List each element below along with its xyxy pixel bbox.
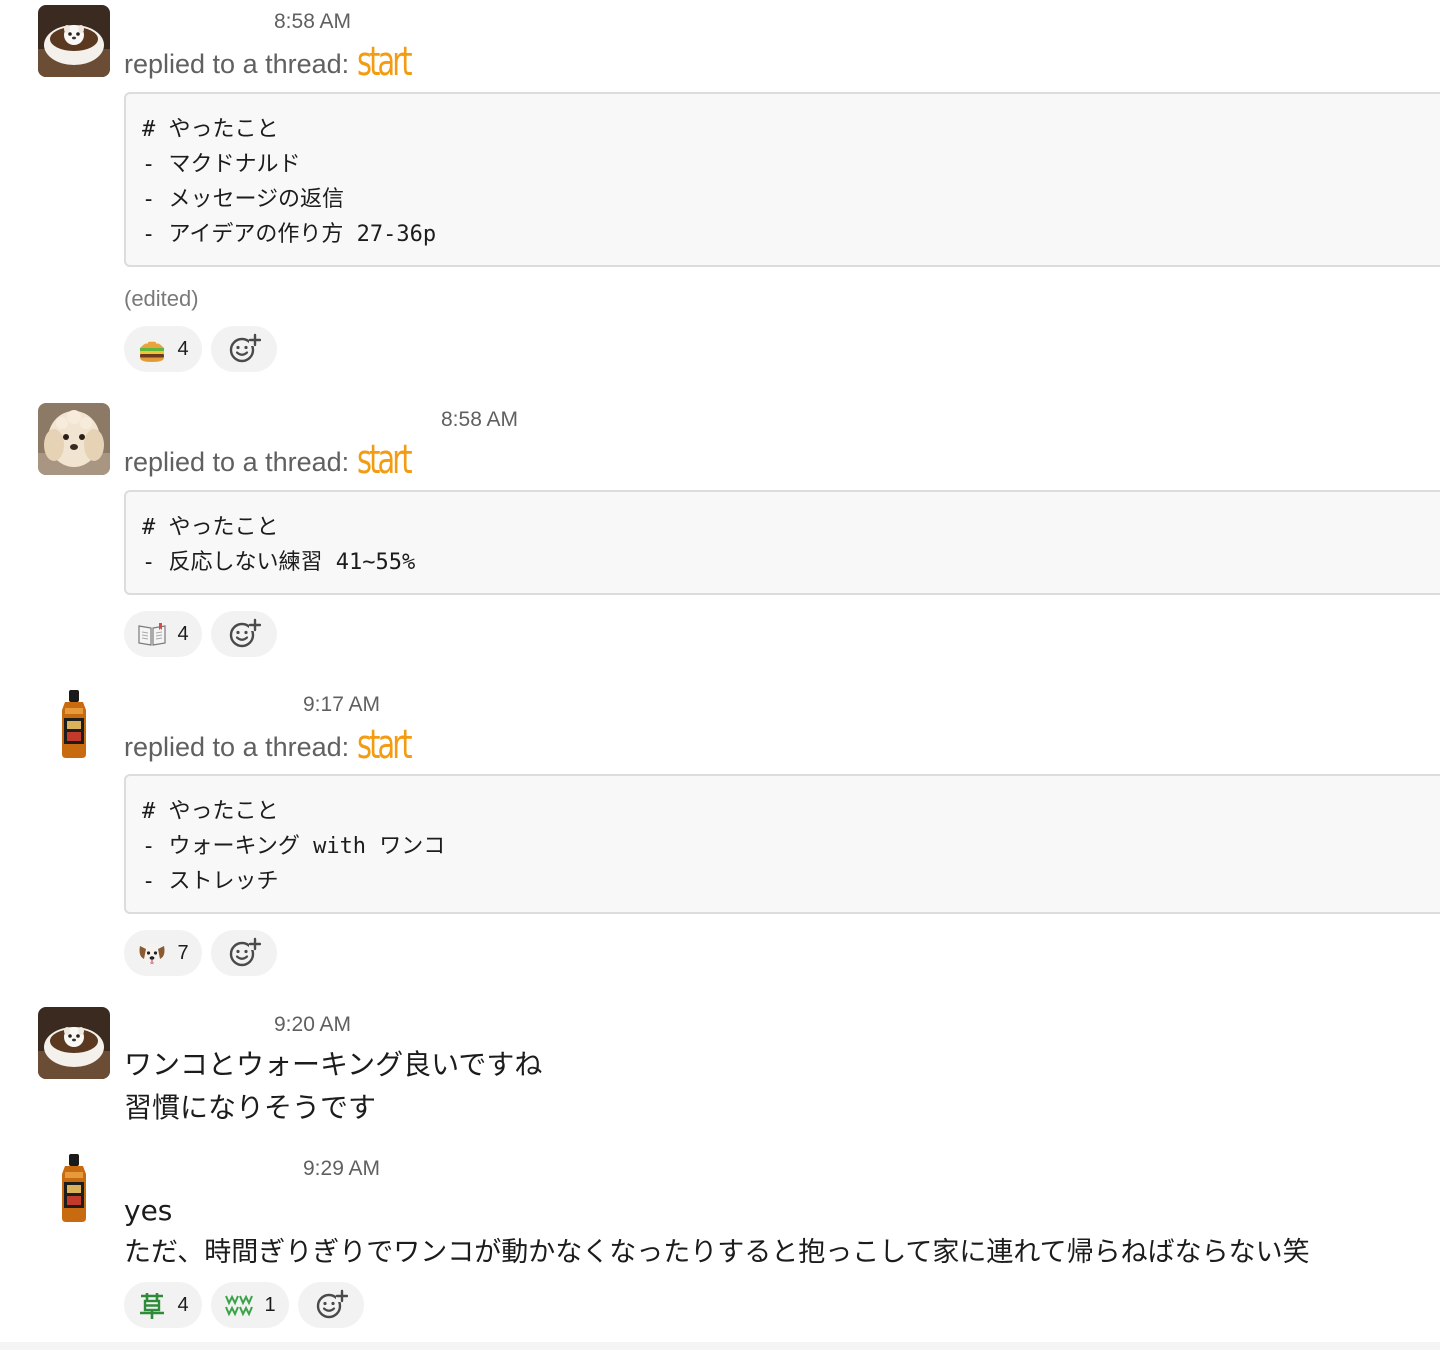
edited-label: (edited)	[124, 286, 199, 311]
message-line: ただ、時間ぎりぎりでワンコが動かなくなったりすると抱っこして家に連れて帰らねばな…	[124, 1237, 1310, 1268]
open-book-icon	[137, 619, 167, 649]
timestamp[interactable]: 8:58 AM	[274, 10, 351, 34]
message-line: 習慣になりそうです	[124, 1091, 377, 1124]
thread-link[interactable]: start	[357, 40, 413, 84]
add-reaction-button[interactable]	[211, 326, 277, 372]
message-line: yes	[124, 1194, 173, 1227]
add-reaction-icon	[229, 618, 261, 648]
code-line: - メッセージの返信	[142, 187, 345, 212]
code-line: - ウォーキング with ワンコ	[142, 834, 446, 859]
avatar[interactable]	[38, 688, 110, 760]
reaction-open-book[interactable]: 4	[124, 611, 202, 657]
code-block: # やったこと - 反応しない練習 41~55%	[124, 490, 1440, 595]
code-line: - マクドナルド	[142, 152, 301, 177]
code-line: - ストレッチ	[142, 869, 279, 894]
thread-reply-prefix: replied to a thread:	[124, 732, 350, 762]
add-reaction-icon	[229, 937, 261, 967]
timestamp[interactable]: 9:29 AM	[303, 1157, 380, 1181]
wwww-icon	[224, 1290, 254, 1320]
avatar-whisky-bottle-image	[38, 1152, 110, 1224]
kusa-grass-icon	[137, 1290, 167, 1320]
reaction-hamburger[interactable]: 4	[124, 326, 202, 372]
add-reaction-icon	[229, 333, 261, 363]
code-line: # やったこと	[142, 117, 279, 142]
thread-reply-line: replied to a thread: start	[124, 438, 430, 484]
code-block: # やったこと - マクドナルド - メッセージの返信 - アイデアの作り方 2…	[124, 92, 1440, 267]
avatar-coffee-dog-image	[38, 5, 110, 77]
avatar[interactable]	[38, 1152, 110, 1224]
reaction-count: 4	[177, 1293, 189, 1316]
reaction-count: 4	[177, 337, 189, 360]
reaction-dog-face[interactable]: 7	[124, 930, 202, 976]
reaction-count: 7	[177, 941, 189, 964]
reaction-wwww[interactable]: 1	[211, 1282, 289, 1328]
thread-reply-line: replied to a thread: start	[124, 723, 430, 769]
dog-face-icon	[137, 938, 167, 968]
thread-reply-prefix: replied to a thread:	[124, 49, 350, 79]
avatar-whisky-bottle-image	[38, 688, 110, 760]
reactions-bar: 4	[124, 611, 277, 657]
timestamp[interactable]: 9:17 AM	[303, 693, 380, 717]
timestamp[interactable]: 8:58 AM	[441, 408, 518, 432]
reactions-bar: 4	[124, 326, 277, 372]
code-line: - 反応しない練習 41~55%	[142, 550, 416, 575]
reaction-count: 4	[177, 622, 189, 645]
code-line: # やったこと	[142, 515, 279, 540]
message-line: ワンコとウォーキング良いですね	[124, 1048, 543, 1081]
reaction-count: 1	[264, 1293, 276, 1316]
avatar-coffee-dog-image	[38, 1007, 110, 1079]
reactions-bar: 7	[124, 930, 277, 976]
code-block: # やったこと - ウォーキング with ワンコ - ストレッチ	[124, 774, 1440, 914]
hamburger-icon	[137, 334, 167, 364]
avatar-poodle-image	[38, 403, 110, 475]
thread-reply-line: replied to a thread: start	[124, 40, 430, 86]
bottom-divider	[0, 1342, 1440, 1350]
reaction-kusa[interactable]: 4	[124, 1282, 202, 1328]
add-reaction-button[interactable]	[211, 930, 277, 976]
avatar[interactable]	[38, 1007, 110, 1079]
thread-reply-prefix: replied to a thread:	[124, 447, 350, 477]
reactions-bar: 4 1	[124, 1282, 364, 1328]
add-reaction-button[interactable]	[211, 611, 277, 657]
thread-link[interactable]: start	[357, 723, 413, 767]
avatar[interactable]	[38, 5, 110, 77]
add-reaction-icon	[316, 1289, 348, 1319]
thread-link[interactable]: start	[357, 438, 413, 482]
add-reaction-button[interactable]	[298, 1282, 364, 1328]
avatar[interactable]	[38, 403, 110, 475]
code-line: # やったこと	[142, 799, 279, 824]
timestamp[interactable]: 9:20 AM	[274, 1013, 351, 1037]
code-line: - アイデアの作り方 27-36p	[142, 222, 437, 247]
